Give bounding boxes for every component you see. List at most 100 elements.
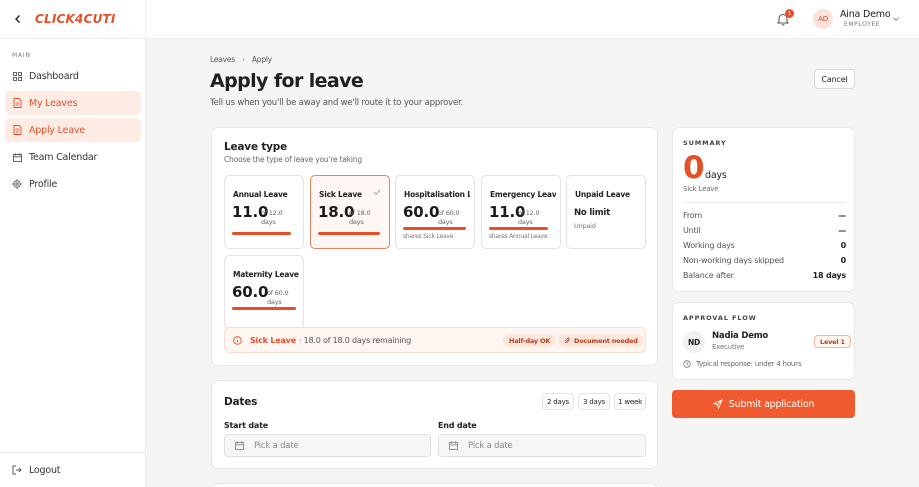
avatar[interactable]: AD [813,9,833,29]
logout-icon [12,465,22,475]
approval-flow-card: APPROVAL FLOW ND Nadia Demo Executive Le… [672,302,855,380]
back-arrow-icon[interactable] [11,12,25,26]
tile-name: Emergency Leave [490,190,556,199]
tile-progress-bar [489,227,548,230]
gear-icon [12,179,22,189]
next-section-card [211,483,658,487]
response-time: Typical response: under 4 hours [683,360,801,368]
paperclip-icon [564,337,570,344]
tile-name: Annual Leave [233,190,288,199]
tile-unit: days [349,218,364,226]
calendar-icon [235,441,244,450]
sidebar-item-dashboard[interactable]: Dashboard [5,64,141,88]
start-date-label: Start date [224,421,268,430]
tile-shares: shares Annual Leave [489,233,548,240]
logo[interactable]: CLICK4CUTI [35,12,116,26]
quick-1-week-button[interactable]: 1 week [614,393,646,410]
sidebar-item-label: Team Calendar [29,151,98,163]
tile-of-label: of 60.0 [267,289,289,297]
tile-of: of 12.0 days [518,209,540,227]
submit-application-button[interactable]: Submit application [672,390,855,418]
summary-leave-type: Sick Leave [683,185,719,193]
tile-name: Hospitalisation Leave [404,190,470,199]
document-badge-label: Document needed [574,336,638,345]
logout-label: Logout [29,464,61,476]
tile-of-label: of 12.0 [261,209,283,217]
dates-title: Dates [224,396,258,408]
dates-card: Dates 2 days 3 days 1 week Start date En… [211,380,658,469]
end-date-placeholder: Pick a date [468,440,513,451]
leave-tile-annual[interactable]: Annual Leave 11.0 of 12.0 days [224,175,304,249]
summary-title: SUMMARY [683,139,727,147]
notification-button[interactable]: 1 [776,9,794,26]
section-label: MAIN [12,52,31,59]
tile-unit: days [267,298,282,306]
leave-tile-hospitalisation[interactable]: Hospitalisation Leave 60.0 of 60.0days s… [395,175,475,249]
sidebar-item-profile[interactable]: Profile [5,172,141,196]
leave-type-title: Leave type [224,141,288,153]
approver-name: Nadia Demo [712,331,769,341]
tile-name: Maternity Leave [233,270,299,279]
calendar-icon [12,152,22,162]
tile-of: of 12.0 days [261,209,283,227]
tile-sub: Unpaid [574,222,596,230]
sidebar-item-label: Dashboard [29,70,79,82]
leave-tile-maternity[interactable]: Maternity Leave 60.0 of 60.0 days [224,255,304,329]
tile-of-label: of 60.0 [438,209,460,217]
leave-tile-emergency[interactable]: Emergency Leave 11.0 of 12.0 days shares … [481,175,561,249]
tile-of: of 60.0 days [267,289,289,307]
user-name[interactable]: Aina Demo [840,9,891,20]
user-role: EMPLOYEE [844,21,881,28]
start-date-input[interactable]: Pick a date [224,434,431,457]
breadcrumb-parent[interactable]: Leaves [210,55,235,64]
summary-row-value: — [838,211,846,220]
end-date-input[interactable]: Pick a date [438,434,646,457]
sidebar: CLICK4CUTI MAIN Dashboard My Leaves Appl… [0,0,146,487]
info-leave-type: Sick Leave [250,335,296,345]
quick-2-days-button[interactable]: 2 days [542,393,574,410]
tile-of: of 18.0 days [349,209,371,227]
tile-name: Unpaid Leave [575,190,630,199]
tile-of-label: of 18.0 [349,209,371,217]
summary-card: SUMMARY 0 days Sick Leave From — Until — W… [672,127,855,292]
check-icon [373,188,381,199]
info-remaining: · 18.0 of 18.0 days remaining [298,335,411,345]
sidebar-item-team-calendar[interactable]: Team Calendar [5,145,141,169]
cancel-button[interactable]: Cancel [814,69,855,89]
summary-row-label: Working days [683,241,735,250]
approver-level-badge: Level 1 [814,335,851,348]
tile-progress-bar [318,232,380,235]
summary-days-value: 0 [683,150,705,186]
document-edit-icon [12,125,22,135]
summary-row-non-working: Non-working days skipped 0 [683,256,846,265]
summary-row-balance-after: Balance after 18 days [683,271,846,280]
leave-tile-sick[interactable]: Sick Leave 18.0 of 18.0 days [310,175,390,249]
summary-row-until: Until — [683,226,846,235]
sidebar-item-label: Apply Leave [29,124,85,136]
response-time-text: Typical response: under 4 hours [696,360,802,368]
summary-row-label: Balance after [683,271,734,280]
leave-tile-unpaid[interactable]: Unpaid Leave No limit Unpaid [566,175,646,249]
logout-button[interactable]: Logout [0,452,145,487]
chevron-down-icon[interactable] [892,15,900,26]
sidebar-item-my-leaves[interactable]: My Leaves [5,91,141,115]
breadcrumb: Leaves › Apply [210,55,272,64]
brand-bar: CLICK4CUTI [0,0,145,39]
tile-unit: days [261,218,276,226]
quick-3-days-button[interactable]: 3 days [578,393,610,410]
tile-name: Sick Leave [319,190,362,199]
tile-progress-bar [403,227,466,230]
sidebar-item-apply-leave[interactable]: Apply Leave [5,118,141,142]
summary-row-value: 18 days [812,271,847,280]
summary-row-working-days: Working days 0 [683,241,846,250]
tile-progress-bar [232,307,296,310]
tile-value: No limit [574,208,610,218]
clock-icon [683,360,691,368]
notification-badge: 1 [785,9,794,18]
tile-value: 60.0 [403,203,440,221]
leave-info-bar: Sick Leave · 18.0 of 18.0 days remaining… [224,327,646,353]
top-bar: 1 AD Aina Demo EMPLOYEE [146,0,919,39]
tile-of: of 60.0 days [438,209,460,227]
summary-row-value: 0 [840,241,847,250]
submit-label: Submit application [728,398,815,410]
